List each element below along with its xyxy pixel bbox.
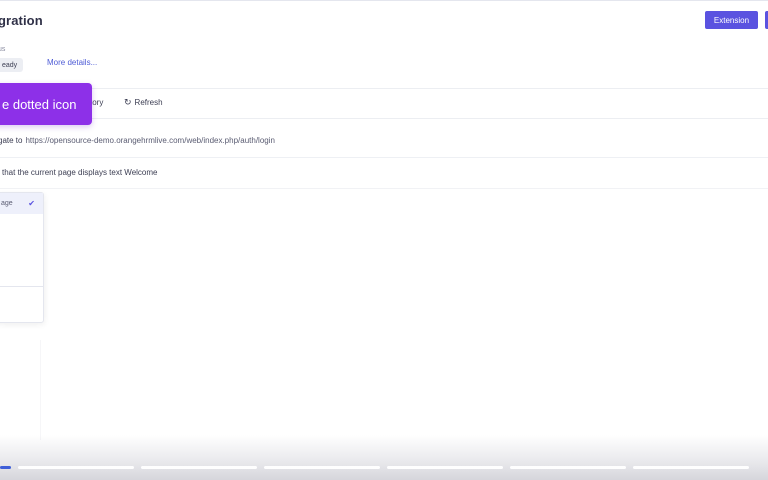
dropdown-item-label: age [1, 200, 13, 207]
divider [0, 88, 768, 89]
progress-segment[interactable] [141, 466, 257, 469]
tutorial-tooltip: e dotted icon [0, 83, 92, 125]
refresh-label: Refresh [134, 98, 163, 107]
dropdown-separator [0, 286, 43, 287]
divider [40, 340, 41, 440]
step-row-navigate[interactable]: gate to https://opensource-demo.orangehrm… [0, 136, 275, 145]
step-row-verify[interactable]: that the current page displays text Welc… [2, 168, 158, 177]
progress-segment-active[interactable] [0, 466, 11, 469]
tab-history[interactable]: tory [90, 98, 103, 107]
top-border [0, 0, 768, 1]
refresh-icon: ↻ [124, 97, 132, 107]
progress-segment[interactable] [510, 466, 626, 469]
progress-segment[interactable] [387, 466, 503, 469]
progress-segment[interactable] [633, 466, 749, 469]
video-overlay [0, 435, 768, 480]
refresh-button[interactable]: ↻ Refresh [124, 97, 163, 108]
video-progress-bar[interactable] [0, 466, 768, 470]
status-label: us [0, 46, 6, 53]
progress-segment[interactable] [264, 466, 380, 469]
status-badge: eady [0, 58, 24, 72]
step-action: gate to [0, 136, 23, 145]
divider [0, 118, 768, 119]
divider [0, 157, 768, 158]
dropdown-item-selected[interactable]: age ✔ [0, 193, 43, 214]
step-url: https://opensource-demo.orangehrmlive.co… [25, 136, 275, 145]
extension-button[interactable]: Extension [705, 11, 758, 29]
dropdown-menu: age ✔ [0, 192, 44, 323]
divider [0, 188, 768, 189]
more-details-link[interactable]: More details... [47, 58, 97, 67]
progress-segment[interactable] [18, 466, 134, 469]
check-icon: ✔ [28, 199, 35, 208]
page-title: gration [0, 13, 43, 28]
